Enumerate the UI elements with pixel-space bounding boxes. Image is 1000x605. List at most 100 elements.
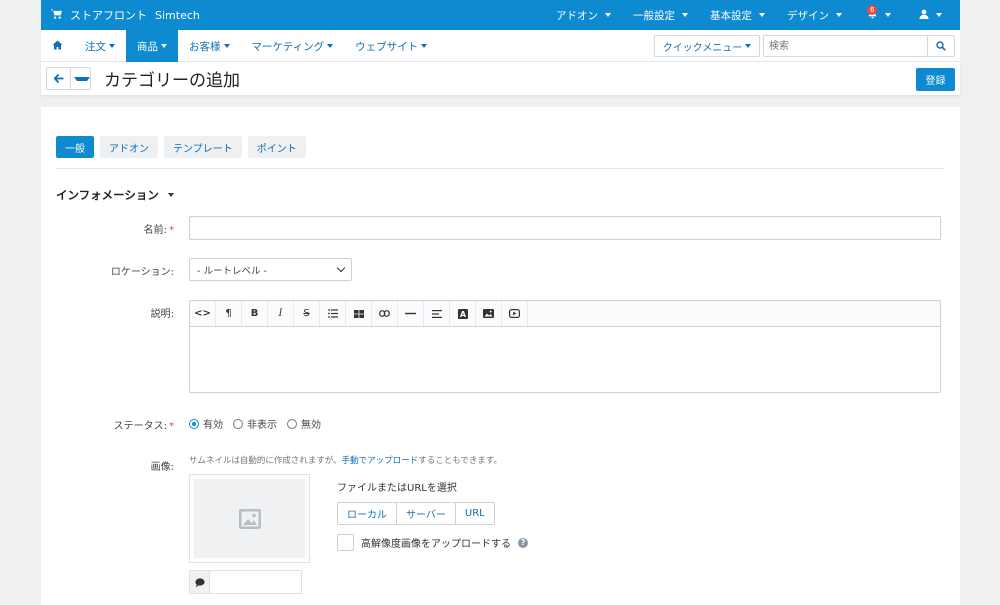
top-menu-basic-settings[interactable]: 基本設定 [699, 0, 776, 30]
image-placeholder-icon [238, 508, 261, 529]
nav-customers[interactable]: お客様 [178, 30, 241, 62]
url-upload-button[interactable]: URL [454, 503, 494, 524]
font-color-icon: A [457, 308, 468, 319]
caret-down-icon [167, 193, 174, 197]
code-view-button[interactable]: <> [190, 301, 216, 326]
bullet-list-button[interactable] [320, 301, 346, 326]
nav-website[interactable]: ウェブサイト [344, 30, 438, 62]
image-placeholder [194, 479, 305, 558]
arrow-left-icon [53, 74, 63, 83]
italic-icon: I [278, 308, 283, 319]
hires-checkbox[interactable] [337, 534, 354, 551]
paragraph-button[interactable]: ¶ [216, 301, 242, 326]
name-label: 名前: * [144, 221, 174, 236]
status-active-radio[interactable]: 有効 [189, 416, 223, 431]
bold-button[interactable]: B [242, 301, 268, 326]
caret-down-icon [161, 44, 167, 48]
quick-menu-label: クイックメニュー [662, 42, 743, 54]
nav-products-label: 商品 [137, 40, 158, 53]
top-bar: ストアフロント Simtech アドオン 一般設定 基本設定 デザイン 6 [41, 0, 960, 30]
italic-button[interactable]: I [268, 301, 294, 326]
description-textarea[interactable] [190, 327, 940, 392]
top-menu-design-label: デザイン [787, 9, 829, 22]
caret-down-icon [836, 13, 842, 17]
top-menu-design[interactable]: デザイン [776, 0, 853, 30]
nav-products[interactable]: 商品 [126, 30, 178, 62]
location-selected-value: - ルートレベル - [197, 265, 267, 277]
user-menu-button[interactable] [905, 0, 960, 30]
server-upload-button[interactable]: サーバー [396, 503, 455, 524]
home-icon [52, 39, 63, 53]
svg-text:A: A [459, 310, 466, 319]
nav-marketing[interactable]: マーケティング [241, 30, 345, 62]
tab-general[interactable]: 一般 [56, 136, 94, 158]
table-button[interactable] [346, 301, 372, 326]
chevron-down-icon [336, 263, 346, 273]
notifications-button[interactable]: 6 [853, 0, 905, 30]
required-mark: * [169, 225, 174, 236]
table-icon [353, 309, 364, 318]
top-menu-basic-label: 基本設定 [710, 9, 752, 22]
quick-menu-button[interactable]: クイックメニュー [654, 35, 760, 57]
nav-orders[interactable]: 注文 [74, 30, 126, 62]
caret-down-icon [936, 13, 942, 17]
list-icon [327, 309, 338, 318]
status-hidden-radio[interactable]: 非表示 [233, 416, 277, 431]
caret-down-icon [745, 44, 752, 48]
page-title: カテゴリーの追加 [104, 71, 240, 91]
cart-icon [51, 8, 62, 22]
vendor-name: Simtech [155, 8, 200, 22]
nav-home[interactable] [41, 30, 74, 62]
save-button[interactable]: 登録 [916, 68, 955, 91]
nav-website-label: ウェブサイト [355, 40, 419, 53]
title-bar: カテゴリーの追加 登録 [41, 62, 960, 95]
font-color-button[interactable]: A [450, 301, 476, 326]
search-input[interactable] [764, 36, 927, 56]
insert-video-button[interactable] [502, 301, 528, 326]
back-button[interactable] [47, 68, 70, 89]
status-disabled-radio[interactable]: 無効 [287, 416, 321, 431]
status-label-text: ステータス: [113, 421, 167, 432]
tab-addons[interactable]: アドオン [100, 136, 158, 158]
file-select-label: ファイルまたはURLを選択 [337, 483, 457, 494]
local-upload-button[interactable]: ローカル [338, 503, 396, 524]
caret-down-icon [421, 44, 428, 48]
top-menu-general-label: 一般設定 [633, 9, 675, 22]
manual-upload-link[interactable]: 手動でアップロード [342, 456, 419, 466]
tab-templates[interactable]: テンプレート [164, 136, 242, 158]
image-alt-text-field[interactable] [189, 570, 302, 594]
nav-customers-label: お客様 [189, 40, 221, 53]
strikethrough-button[interactable]: S [294, 301, 320, 326]
help-icon[interactable]: ? [518, 537, 528, 548]
video-icon [509, 309, 520, 318]
location-select[interactable]: - ルートレベル - [189, 258, 352, 281]
tab-points[interactable]: ポイント [247, 136, 306, 158]
caret-down-icon [223, 44, 230, 48]
tab-bar: 一般 アドオン テンプレート ポイント [56, 136, 306, 158]
hires-label: 高解像度画像をアップロードする [361, 539, 511, 550]
comment-icon [190, 571, 210, 593]
insert-image-button[interactable] [476, 301, 502, 326]
required-mark: * [169, 421, 174, 432]
horizontal-rule-icon [405, 312, 416, 315]
back-button-group [46, 67, 91, 90]
caret-down-icon [109, 44, 115, 48]
caret-down-icon [682, 13, 688, 17]
section-information-toggle[interactable]: インフォメーション [56, 187, 174, 203]
search-button[interactable] [927, 36, 954, 56]
main-nav: 注文 商品 お客様 マーケティング ウェブサイト クイックメニュー [41, 30, 960, 62]
caret-down-icon [759, 13, 765, 17]
top-menu-general-settings[interactable]: 一般設定 [622, 0, 699, 30]
history-dropdown-button[interactable] [70, 68, 90, 89]
image-label: 画像: [150, 462, 174, 473]
top-menu-addons-label: アドオン [556, 9, 598, 22]
align-button[interactable] [424, 301, 450, 326]
image-preview [189, 474, 310, 563]
status-radio-group: 有効 非表示 無効 [189, 416, 321, 431]
store-brand[interactable]: ストアフロント Simtech [51, 0, 200, 30]
name-input[interactable] [189, 216, 941, 240]
top-menu-addons[interactable]: アドオン [545, 0, 622, 30]
caret-down-icon [327, 44, 334, 48]
link-button[interactable] [372, 301, 398, 326]
horizontal-rule-button[interactable] [398, 301, 424, 326]
